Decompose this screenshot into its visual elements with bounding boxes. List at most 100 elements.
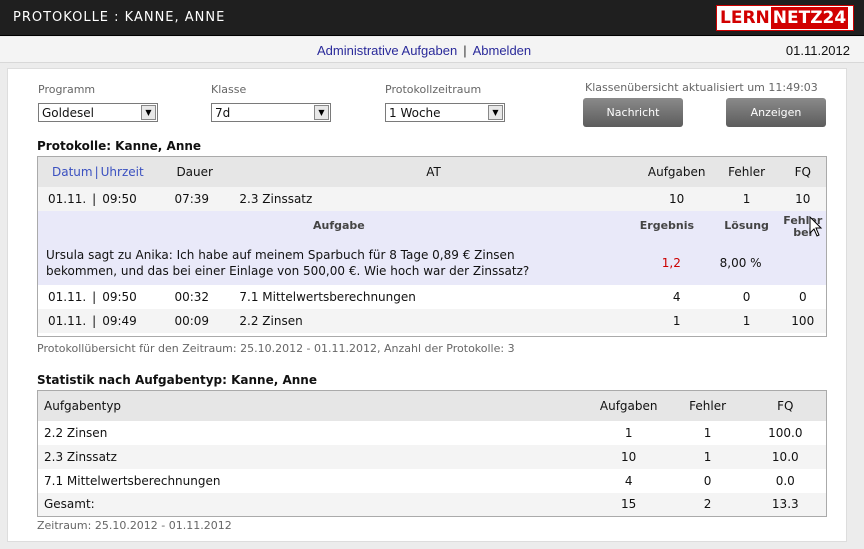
row-fehler: 1: [742, 191, 751, 206]
period-select[interactable]: 1 Woche ▼: [385, 103, 505, 122]
row-time: 09:50: [102, 289, 137, 304]
stats-fq: 0.0: [775, 473, 795, 488]
row-date: 01.11.: [48, 313, 87, 328]
nav-separator: |: [463, 43, 467, 58]
logo-text-lern: LERN: [720, 8, 770, 28]
detail-ergebnis: 1,2: [661, 255, 681, 270]
table-spacer-cell: [38, 333, 827, 337]
updated-status: Klassenübersicht aktualisiert um 11:49:0…: [585, 81, 818, 94]
col-stats-fehler: Fehler: [689, 398, 727, 413]
period-label: Protokollzeitraum: [385, 83, 482, 96]
row-fq: 0: [798, 289, 807, 304]
col-datum-uhrzeit: Datum | Uhrzeit: [38, 157, 165, 187]
row-fq: 10: [795, 191, 811, 206]
col-stats-aufgaben: Aufgaben: [599, 398, 658, 413]
task-line-2: bekommen, und das bei einer Einlage von …: [46, 263, 530, 278]
chevron-down-icon[interactable]: ▼: [141, 105, 156, 120]
row-fehler: 0: [742, 289, 751, 304]
row-date: 01.11.: [48, 289, 87, 304]
stats-footer: Zeitraum: 25.10.2012 - 01.11.2012: [37, 519, 232, 532]
program-label: Programm: [38, 83, 96, 96]
stats-fq: 100.0: [768, 425, 803, 440]
protocols-table: Datum | Uhrzeit Dauer AT Aufgaben Fehler F…: [37, 156, 827, 337]
protocols-summary: Protokollübersicht für den Zeitraum: 25.…: [37, 342, 515, 355]
detail-row: Ursula sagt zu Anika: Ich habe auf meine…: [37, 240, 827, 285]
table-row: 2.3 Zinssatz 10 1 10.0: [37, 444, 827, 469]
col-aufgabentyp: Aufgabentyp: [44, 398, 122, 413]
sort-datum-link[interactable]: Datum: [52, 165, 93, 179]
show-button[interactable]: Anzeigen: [726, 98, 826, 127]
col-at: AT: [426, 164, 441, 179]
stats-table: Aufgabentyp Aufgaben Fehler FQ 2.2 Zinse…: [37, 390, 827, 517]
program-select[interactable]: Goldesel ▼: [38, 103, 158, 122]
chevron-down-icon[interactable]: ▼: [488, 105, 503, 120]
detail-col-ergebnis: Ergebnis: [639, 219, 695, 232]
stats-total-fq: 13.3: [771, 497, 799, 512]
stats-fehler: 0: [703, 473, 712, 488]
class-select[interactable]: 7d ▼: [211, 103, 331, 122]
page-title: PROTOKOLLE : KANNE, ANNE: [13, 10, 226, 25]
row-sep: |: [92, 191, 97, 206]
lernnetz24-logo: LERN NETZ24: [716, 5, 854, 31]
chevron-down-icon[interactable]: ▼: [314, 105, 329, 120]
row-time: 09:49: [102, 313, 137, 328]
detail-col-aufgabe: Aufgabe: [312, 219, 365, 232]
nav-bar: Administrative Aufgaben | Abmelden 01.11.2…: [0, 37, 864, 63]
stats-fq: 10.0: [771, 449, 799, 464]
col-aufgaben: Aufgaben: [647, 164, 706, 179]
stats-title: Statistik nach Aufgabentyp: Kanne, Anne: [37, 373, 317, 387]
stats-typ: 2.3 Zinssatz: [44, 449, 117, 464]
row-aufgaben: 10: [669, 191, 685, 206]
message-button[interactable]: Nachricht: [583, 98, 683, 127]
nav-links: Administrative Aufgaben | Abmelden: [317, 43, 531, 58]
stats-total-aufgaben: 15: [621, 497, 637, 512]
col-stats-fq: FQ: [777, 398, 794, 413]
logo-text-netz24: NETZ24: [770, 7, 849, 29]
stats-total-row: Gesamt: 15 2 13.3: [37, 492, 827, 517]
table-row: 7.1 Mittelwertsberechnungen 4 0 0.0: [37, 468, 827, 493]
row-at: 2.3 Zinssatz: [239, 191, 313, 206]
col-fq: FQ: [794, 164, 811, 179]
stats-fehler: 1: [703, 449, 712, 464]
cell-datum: 01.11. | 09:50: [38, 187, 165, 211]
current-date: 01.11.2012: [785, 43, 850, 58]
row-fq: 100: [791, 313, 815, 328]
program-select-value: Goldesel: [42, 106, 94, 120]
row-at: 7.1 Mittelwertsberechnungen: [239, 289, 416, 304]
row-sep: |: [92, 313, 97, 328]
detail-fehler-bei: [780, 241, 827, 285]
stats-header-row: Aufgabentyp Aufgaben Fehler FQ: [37, 390, 827, 421]
detail-task-text: Ursula sagt zu Anika: Ich habe auf meine…: [38, 241, 640, 285]
row-fehler: 1: [742, 313, 751, 328]
title-bar: PROTOKOLLE : KANNE, ANNE LERN NETZ24: [0, 0, 864, 36]
row-dauer: 00:32: [174, 289, 210, 304]
table-row[interactable]: 01.11. | 09:50 07:39 2.3 Zinssatz 10 1 10: [37, 186, 827, 211]
stats-typ: 7.1 Mittelwertsberechnungen: [44, 473, 221, 488]
cell-datum: 01.11. | 09:49: [38, 309, 165, 333]
table-row[interactable]: 01.11. | 09:50 00:32 7.1 Mittelwertsberech…: [37, 284, 827, 309]
detail-loesung: 8,00 %: [719, 255, 762, 270]
task-line-1: Ursula sagt zu Anika: Ich habe auf meine…: [46, 247, 515, 262]
stats-total-label: Gesamt:: [44, 497, 95, 512]
stats-total-fehler: 2: [703, 497, 712, 512]
logout-link[interactable]: Abmelden: [473, 43, 532, 58]
stats-typ: 2.2 Zinsen: [44, 425, 108, 440]
stats-aufgaben: 10: [621, 449, 637, 464]
row-aufgaben: 4: [672, 289, 681, 304]
class-label: Klasse: [211, 83, 247, 96]
row-sep: |: [92, 289, 97, 304]
table-row[interactable]: 01.11. | 09:49 00:09 2.2 Zinsen 1 1 100: [37, 308, 827, 333]
sort-uhrzeit-link[interactable]: Uhrzeit: [101, 165, 144, 179]
class-select-value: 7d: [215, 106, 231, 120]
col-fehler: Fehler: [728, 164, 766, 179]
row-aufgaben: 1: [672, 313, 681, 328]
datum-sep: |: [94, 164, 99, 179]
col-dauer: Dauer: [176, 164, 213, 179]
row-dauer: 00:09: [174, 313, 210, 328]
protocols-title: Protokolle: Kanne, Anne: [37, 139, 202, 153]
detail-header-row: Aufgabe Ergebnis Lösung Fehler bei: [37, 210, 827, 241]
row-time: 09:50: [102, 191, 137, 206]
period-select-value: 1 Woche: [389, 106, 441, 120]
protocols-header-row: Datum | Uhrzeit Dauer AT Aufgaben Fehler F…: [37, 156, 827, 187]
admin-tasks-link[interactable]: Administrative Aufgaben: [317, 43, 457, 58]
